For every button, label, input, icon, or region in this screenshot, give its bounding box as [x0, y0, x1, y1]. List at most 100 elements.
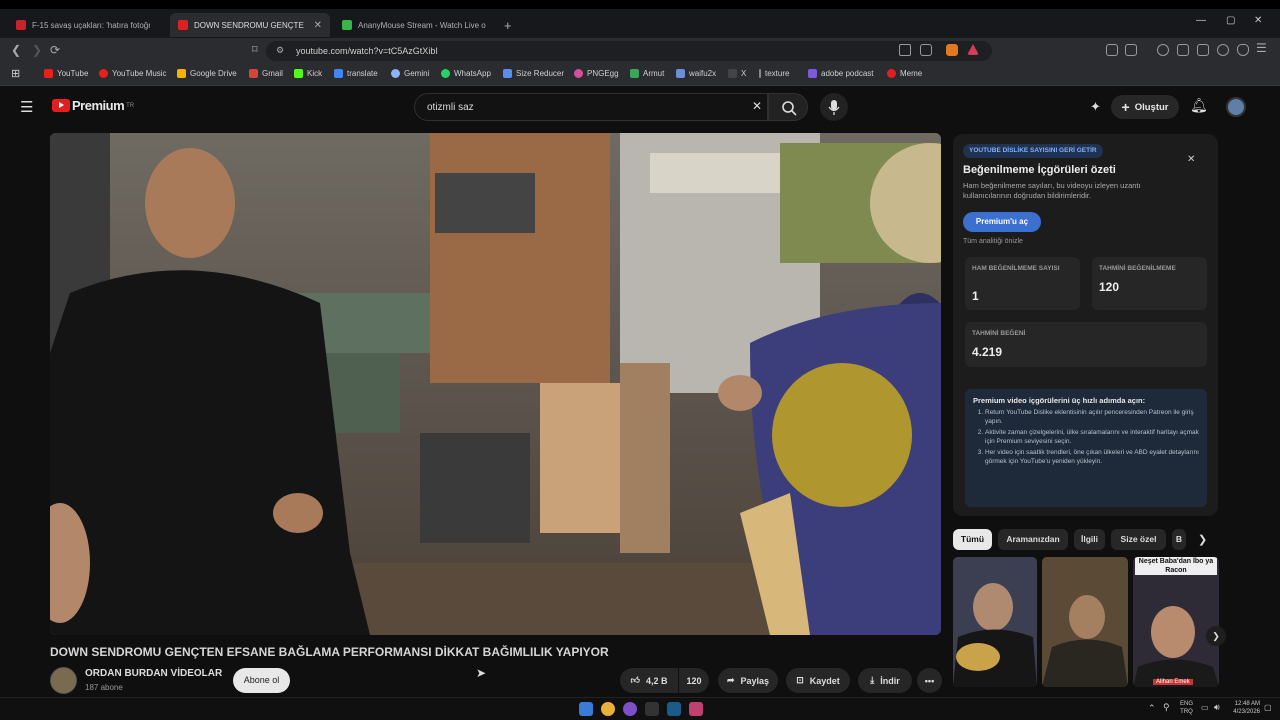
share-page-icon[interactable] — [920, 44, 932, 56]
tray-chevron-icon[interactable]: ⌃ — [1148, 703, 1156, 714]
chip-all[interactable]: Tümü — [953, 529, 992, 550]
site-info-icon[interactable]: ⚙ — [276, 45, 284, 56]
bookmark-pngegg[interactable]: PNGEgg — [574, 69, 619, 78]
google-drive-icon — [177, 69, 186, 78]
hamburger-menu-icon[interactable]: ☰ — [20, 98, 33, 116]
menu-icon[interactable]: ☰ — [1256, 41, 1267, 55]
new-tab-button[interactable]: + — [496, 13, 516, 37]
tab-youtube-video[interactable]: DOWN SENDROMU GENÇTE ✕ — [170, 13, 330, 37]
wallet-icon[interactable] — [1197, 44, 1209, 56]
chip-from-search[interactable]: Aramanızdan — [998, 529, 1068, 550]
subscriber-count: 187 abone — [85, 683, 123, 692]
bookmark-icon[interactable]: ⌑ — [252, 43, 258, 56]
related-video-thumbnail[interactable] — [953, 557, 1037, 687]
bookmark-adobe-podcast[interactable]: adobe podcast — [808, 69, 874, 78]
forward-icon[interactable]: ❯ — [32, 43, 42, 57]
extensions-icon[interactable] — [1106, 44, 1118, 56]
bookmark-youtube[interactable]: YouTube — [44, 69, 88, 78]
thumbnail-caption: Neşet Baba'dan İbo ya Racon — [1135, 557, 1217, 575]
related-video-thumbnail[interactable] — [1042, 557, 1128, 687]
notifications-bell-icon[interactable]: 🔔︎ — [1190, 97, 1208, 114]
chrome-icon[interactable] — [601, 702, 615, 716]
bookmark-gemini[interactable]: Gemini — [391, 69, 429, 78]
share-button[interactable]: ➦ Paylaş — [718, 668, 778, 693]
url-field[interactable]: youtube.com/watch?v=tC5AzGtXibI — [266, 41, 992, 61]
search-icon — [782, 101, 797, 116]
screenshot-icon[interactable] — [1125, 44, 1137, 56]
subscribe-button[interactable]: Abone ol — [233, 668, 290, 693]
thumbnail-image — [953, 557, 1037, 687]
promo-step: Her video için saatlik trendleri, öne çı… — [985, 449, 1199, 466]
extension-star-icon[interactable]: ✦ — [1090, 99, 1101, 115]
gemini-icon — [391, 69, 400, 78]
channel-avatar[interactable] — [50, 667, 77, 694]
chip-more[interactable]: B — [1172, 529, 1186, 550]
close-tab-icon[interactable]: ✕ — [314, 20, 322, 31]
bookmark-meme[interactable]: Meme — [887, 69, 922, 78]
extension-triangle-icon[interactable] — [967, 44, 979, 55]
dislike-button[interactable]: 120 — [679, 668, 709, 693]
like-button[interactable]: 👍︎ 4,2 B — [620, 668, 678, 693]
media-app-icon[interactable] — [689, 702, 703, 716]
premium-promo-box: Premium video içgörülerini üç hızlı adım… — [965, 389, 1207, 507]
bookmark-kick[interactable]: Kick — [294, 69, 322, 78]
create-button[interactable]: + Oluştur — [1111, 95, 1179, 119]
apps-grid-icon[interactable]: ⊞ — [11, 67, 20, 80]
avatar[interactable] — [1226, 97, 1246, 117]
chip-related[interactable]: İlgili — [1074, 529, 1105, 550]
tray-location-icon[interactable]: ⚲ — [1163, 702, 1170, 713]
search-input[interactable]: otizmli saz — [414, 93, 768, 121]
language-indicator[interactable]: ENG TRQ — [1180, 700, 1193, 716]
shield-icon[interactable] — [1237, 44, 1249, 56]
bookmark-armut[interactable]: Armut — [630, 69, 664, 78]
thumbnails-next-icon[interactable]: ❯ — [1206, 626, 1226, 646]
tab-f15[interactable]: F-15 savaş uçakları: 'hatıra fotoğrafı' … — [8, 13, 158, 37]
dislike-insights-panel: YOUTUBE DİSLİKE SAYISINI GERİ GETİR ✕ Be… — [953, 134, 1218, 516]
pngegg-icon — [574, 69, 583, 78]
more-actions-button[interactable]: ••• — [917, 668, 942, 693]
windows-start-icon[interactable] — [579, 702, 593, 716]
save-button[interactable]: ⊡ Kaydet — [786, 668, 850, 693]
maximize-icon[interactable]: ▢ — [1226, 15, 1235, 26]
browser-app-icon[interactable] — [623, 702, 637, 716]
cast-icon[interactable] — [899, 44, 911, 56]
bookmark-whatsapp[interactable]: WhatsApp — [441, 69, 491, 78]
extension-brave-icon[interactable] — [946, 44, 958, 56]
bookmark-waifu2x[interactable]: waifu2x — [676, 69, 716, 78]
reload-icon[interactable]: ⟳ — [50, 43, 60, 57]
youtube-premium-logo[interactable]: Premium TR — [52, 98, 134, 113]
bookmark-x[interactable]: X — [728, 69, 746, 78]
bookmark-texture[interactable]: texture — [759, 69, 789, 78]
notification-center-icon[interactable]: ▢ — [1264, 703, 1272, 712]
clock[interactable]: 12:48 AM 4/23/2026 — [1228, 700, 1260, 716]
terminal-icon[interactable] — [645, 702, 659, 716]
video-player[interactable] — [50, 133, 941, 635]
bookmark-gmail[interactable]: Gmail — [249, 69, 283, 78]
chips-next-icon[interactable]: ❯ — [1198, 533, 1207, 546]
bookmark-google-drive[interactable]: Google Drive — [177, 69, 237, 78]
clear-search-icon[interactable]: ✕ — [752, 99, 762, 113]
chip-for-you[interactable]: Size özel — [1111, 529, 1166, 550]
steam-icon[interactable] — [667, 702, 681, 716]
voice-search-button[interactable] — [820, 93, 848, 121]
download-button[interactable]: ⤓ İndir — [858, 668, 912, 693]
tab-stream[interactable]: AnanyMouse Stream - Watch Live on — [334, 13, 494, 37]
channel-name[interactable]: ORDAN BURDAN VİDEOLAR — [85, 668, 222, 679]
bookmark-translate[interactable]: translate — [334, 69, 378, 78]
search-button[interactable] — [768, 93, 808, 121]
volume-icon[interactable]: 🔊︎ — [1214, 702, 1220, 713]
close-window-icon[interactable]: ✕ — [1254, 15, 1262, 26]
close-panel-icon[interactable]: ✕ — [1187, 154, 1195, 165]
puzzle-icon[interactable] — [1217, 44, 1229, 56]
minimize-icon[interactable]: — — [1196, 15, 1206, 26]
related-video-thumbnail[interactable]: Neşet Baba'dan İbo ya Racon Alihan Emek — [1133, 557, 1219, 687]
network-icon[interactable]: ▭ — [1201, 703, 1209, 712]
music-icon[interactable] — [1157, 44, 1169, 56]
sidebar-icon[interactable] — [1177, 44, 1189, 56]
bookmark-youtube-music[interactable]: YouTube Music — [99, 69, 167, 78]
bookmark-size-reducer[interactable]: Size Reducer — [503, 69, 564, 78]
thumbnail-bottom-label: Alihan Emek — [1153, 679, 1193, 685]
open-premium-button[interactable]: Premium'u aç — [963, 212, 1041, 232]
tab-title: AnanyMouse Stream - Watch Live on — [358, 20, 486, 30]
back-icon[interactable]: ❮ — [11, 43, 21, 57]
